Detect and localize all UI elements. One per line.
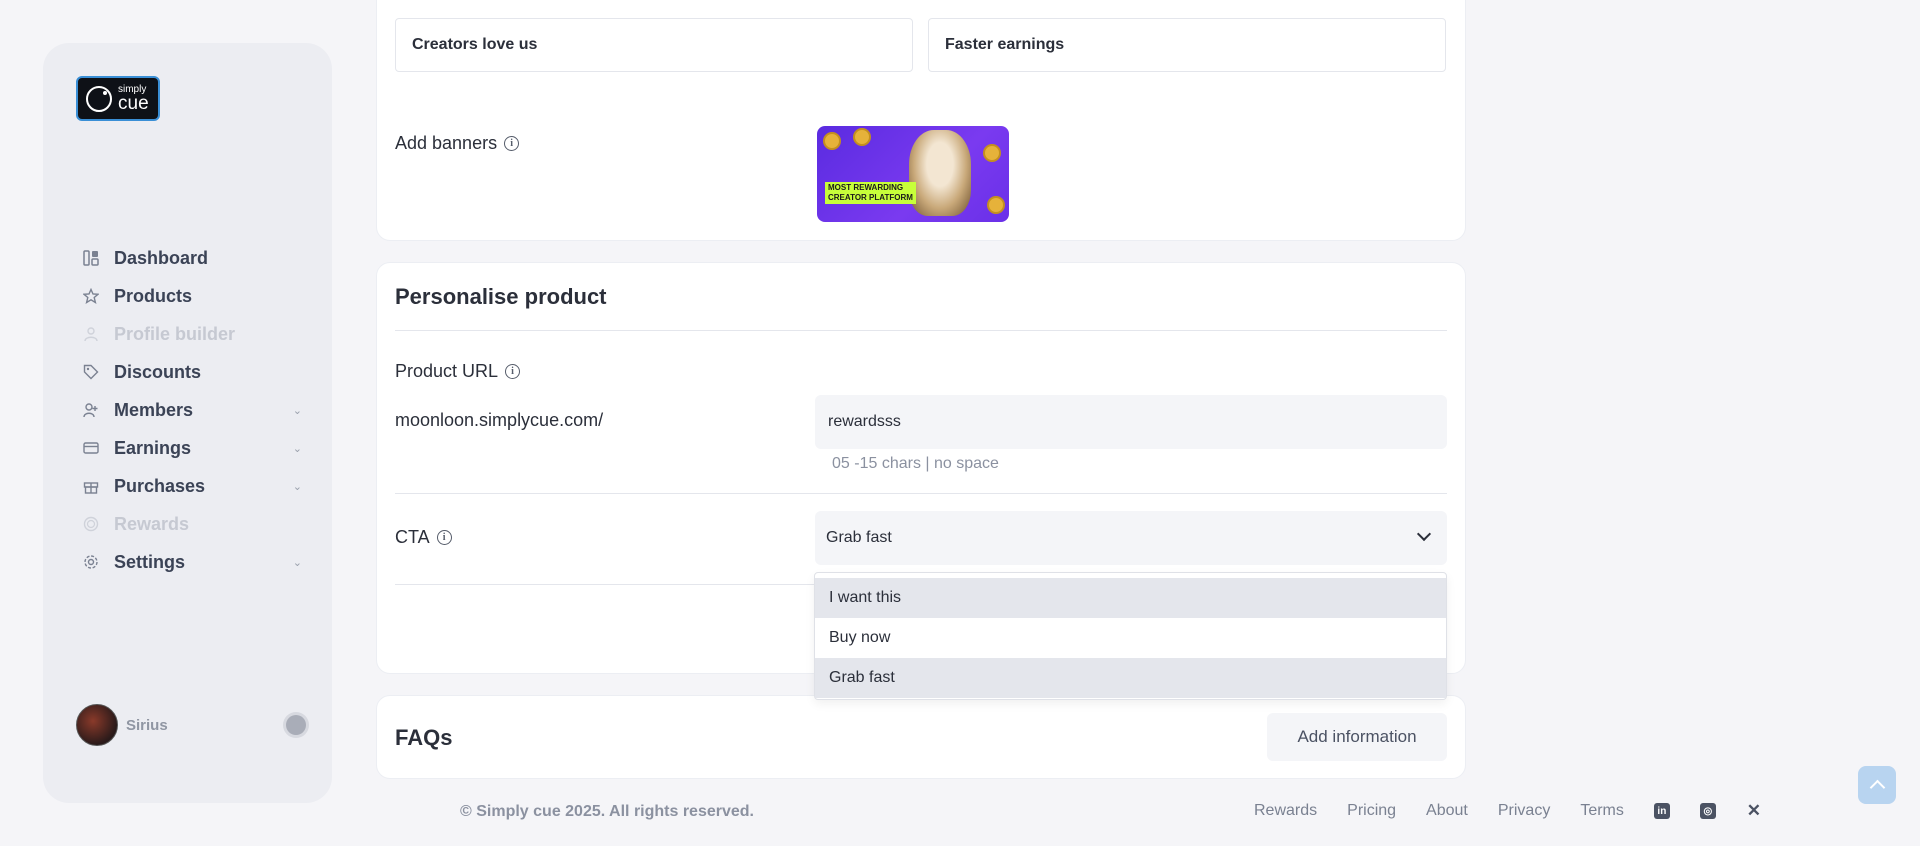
highlight-creators-field[interactable]: Creators love us — [395, 18, 913, 72]
logo-mark-icon — [86, 85, 112, 112]
sidebar-item-label: Members — [114, 399, 194, 420]
members-icon — [82, 401, 100, 419]
cta-option-label: I want this — [829, 589, 902, 606]
cat-illustration — [909, 130, 971, 216]
cta-option-grab-fast[interactable]: Grab fast — [815, 658, 1446, 698]
coin-icon — [82, 515, 100, 533]
footer-links: Rewards Pricing About Privacy Terms in ◎… — [1254, 801, 1762, 820]
highlight-earnings-text: Faster earnings — [945, 36, 1065, 53]
sidebar: simply cue Dashboard Products Profile bu… — [43, 43, 332, 803]
scroll-to-top-button[interactable] — [1858, 766, 1896, 804]
add-information-button[interactable]: Add information — [1267, 713, 1447, 761]
highlight-earnings-field[interactable]: Faster earnings — [928, 18, 1446, 72]
footer-link-rewards[interactable]: Rewards — [1254, 802, 1317, 820]
divider — [395, 584, 815, 585]
sidebar-item-label: Rewards — [114, 513, 190, 534]
footer-link-terms[interactable]: Terms — [1580, 802, 1624, 820]
footer-link-about[interactable]: About — [1426, 802, 1468, 820]
sidebar-item-label: Dashboard — [114, 247, 209, 268]
product-url-text: Product URL — [395, 361, 499, 381]
chevron-down-icon: ⌄ — [292, 556, 302, 569]
add-banners-text: Add banners — [395, 133, 498, 153]
chevron-down-icon: ⌄ — [292, 442, 302, 455]
chevron-down-icon — [1416, 526, 1432, 542]
faqs-title: FAQs — [395, 725, 453, 750]
coin-decoration — [987, 196, 1005, 214]
logo-text: simply cue — [118, 84, 149, 114]
star-icon — [82, 287, 100, 305]
footer-link-pricing[interactable]: Pricing — [1347, 802, 1396, 820]
add-information-label: Add information — [1297, 727, 1417, 746]
divider — [395, 493, 1447, 494]
cta-label: CTA i — [395, 527, 452, 548]
user-name: Sirius — [126, 716, 168, 734]
user-profile[interactable]: Sirius — [76, 703, 306, 747]
chevron-down-icon: ⌄ — [292, 404, 302, 417]
sidebar-item-label: Profile builder — [114, 323, 236, 344]
user-icon — [82, 325, 100, 343]
cta-option-label: Buy now — [829, 629, 891, 646]
info-icon[interactable]: i — [504, 136, 520, 151]
url-prefix: moonloon.simplycue.com/ — [395, 410, 603, 431]
sidebar-item-label: Earnings — [114, 437, 192, 458]
product-url-label: Product URL i — [395, 361, 521, 382]
sidebar-item-profile-builder[interactable]: Profile builder — [82, 315, 302, 353]
banner-tagline-line2: CREATOR PLATFORM — [828, 193, 913, 202]
section-title: Personalise product — [395, 284, 607, 309]
coin-decoration — [853, 128, 871, 146]
dashboard-icon — [82, 249, 100, 267]
theme-toggle-icon[interactable] — [286, 715, 306, 735]
highlight-creators-text: Creators love us — [412, 36, 538, 53]
faqs-card: FAQs Add information — [376, 695, 1466, 779]
coin-decoration — [823, 132, 841, 150]
chevron-down-icon: ⌄ — [292, 480, 302, 493]
sidebar-item-label: Settings — [114, 551, 186, 572]
url-helper-text: 05 -15 chars | no space — [832, 455, 999, 472]
info-icon[interactable]: i — [436, 530, 452, 545]
banner-image[interactable]: MOST REWARDING CREATOR PLATFORM — [817, 126, 1009, 222]
cta-option-label: Grab fast — [829, 669, 895, 686]
sidebar-item-purchases[interactable]: Purchases ⌄ — [82, 467, 302, 505]
coin-decoration — [983, 144, 1001, 162]
sidebar-item-label: Products — [114, 285, 193, 306]
sidebar-item-rewards[interactable]: Rewards — [82, 505, 302, 543]
sidebar-item-settings[interactable]: Settings ⌄ — [82, 543, 302, 581]
cta-label-text: CTA — [395, 527, 430, 547]
cta-dropdown-menu: I want this Buy now Grab fast — [814, 572, 1447, 700]
cta-option-i-want-this[interactable]: I want this — [815, 578, 1446, 618]
sidebar-item-label: Discounts — [114, 361, 202, 382]
linkedin-icon[interactable]: in — [1653, 803, 1670, 819]
gift-icon — [82, 477, 100, 495]
footer-link-privacy[interactable]: Privacy — [1498, 802, 1550, 820]
cta-select[interactable]: Grab fast — [815, 511, 1447, 565]
logo-large-text: cue — [118, 92, 149, 114]
url-prefix-text: moonloon.simplycue.com/ — [395, 410, 604, 430]
tag-icon — [82, 363, 100, 381]
product-url-value: rewardsss — [828, 413, 901, 430]
simplycue-logo[interactable]: simply cue — [76, 76, 160, 121]
sidebar-item-label: Purchases — [114, 475, 206, 496]
banner-tagline: MOST REWARDING CREATOR PLATFORM — [825, 182, 916, 204]
card-icon — [82, 439, 100, 457]
gear-icon — [82, 553, 100, 571]
avatar[interactable] — [76, 704, 118, 746]
sidebar-item-members[interactable]: Members ⌄ — [82, 391, 302, 429]
instagram-icon[interactable]: ◎ — [1699, 803, 1716, 819]
product-url-input[interactable]: rewardsss — [815, 395, 1447, 449]
sidebar-nav: Dashboard Products Profile builder Disco… — [82, 239, 302, 581]
sidebar-item-discounts[interactable]: Discounts — [82, 353, 302, 391]
x-icon[interactable]: ✕ — [1746, 801, 1762, 820]
banner-tagline-line1: MOST REWARDING — [828, 183, 904, 192]
copyright-text: © Simply cue 2025. All rights reserved. — [460, 803, 754, 820]
sidebar-item-earnings[interactable]: Earnings ⌄ — [82, 429, 302, 467]
add-banners-label: Add banners i — [395, 133, 520, 154]
sidebar-item-products[interactable]: Products — [82, 277, 302, 315]
cta-option-buy-now[interactable]: Buy now — [815, 618, 1446, 658]
cta-selected-value: Grab fast — [826, 529, 892, 546]
divider — [395, 330, 1447, 331]
info-icon[interactable]: i — [505, 364, 521, 379]
sidebar-item-dashboard[interactable]: Dashboard — [82, 239, 302, 277]
